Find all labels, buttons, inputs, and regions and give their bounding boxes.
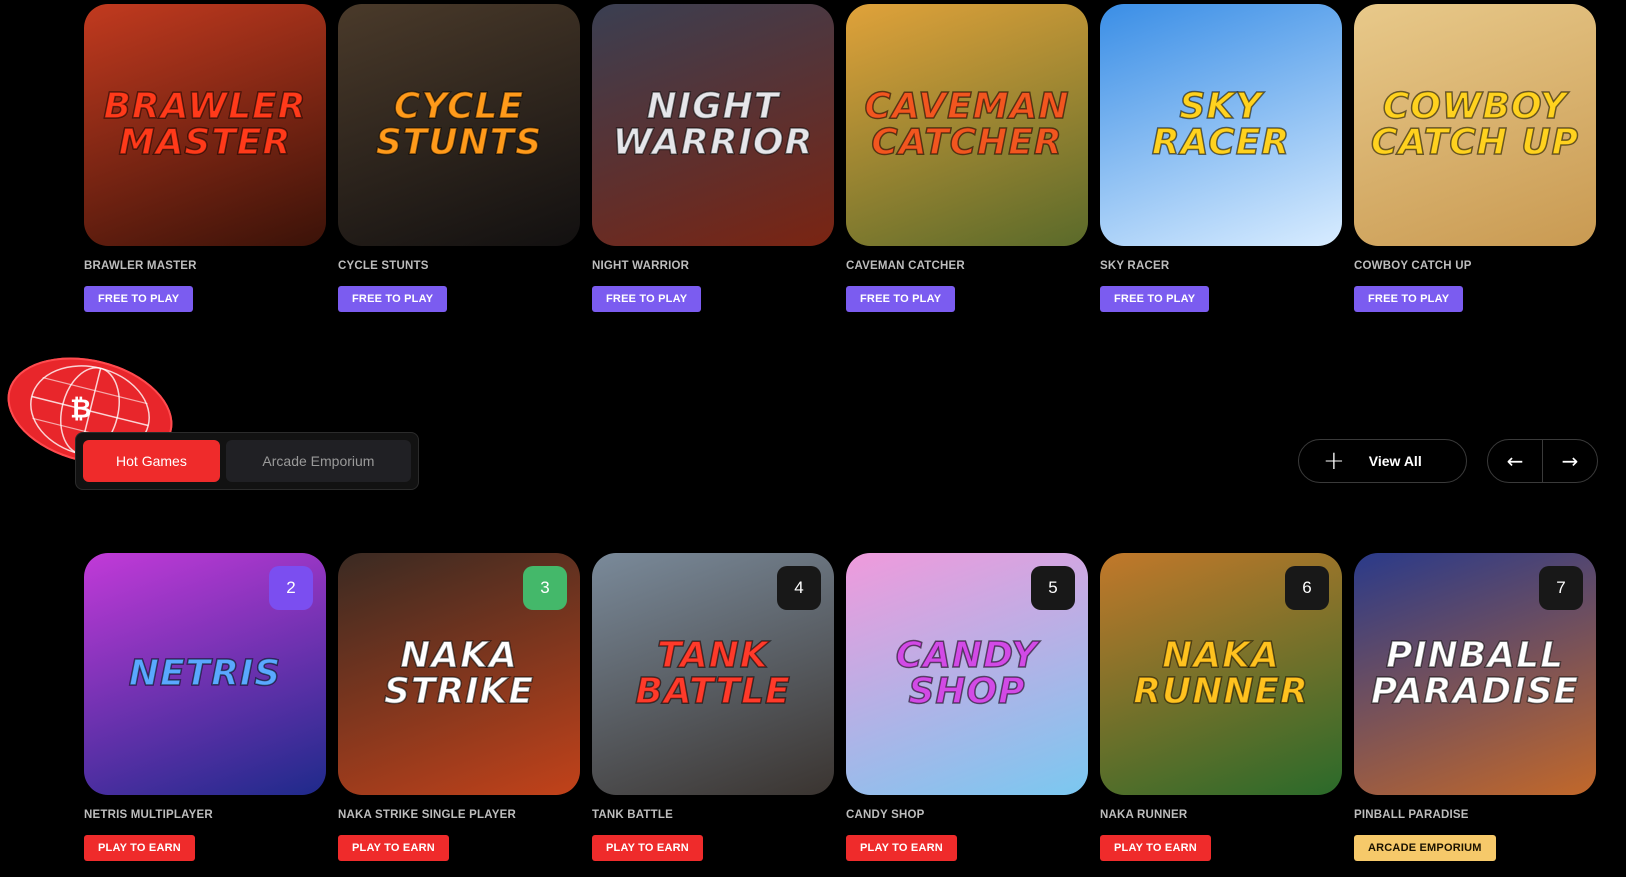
free-to-play-badge[interactable]: FREE TO PLAY <box>846 286 956 312</box>
free-to-play-badge[interactable]: FREE TO PLAY <box>1354 286 1464 312</box>
bitcoin-icon: ₿ <box>70 394 92 425</box>
category-tabs: Hot Games Arcade Emporium <box>75 432 419 490</box>
rank-badge: 2 <box>269 566 313 610</box>
view-all-label: View All <box>1368 453 1422 469</box>
play-to-earn-badge[interactable]: PLAY TO EARN <box>846 835 957 861</box>
game-thumbnail[interactable]: TANK BATTLE 4 <box>592 553 834 795</box>
free-games-row: Brawler Master BRAWLER MASTER FREE TO PL… <box>84 4 1596 312</box>
game-title: NIGHT WARRIOR <box>592 260 690 272</box>
play-to-earn-badge[interactable]: PLAY TO EARN <box>338 835 449 861</box>
game-art-title: sky RACER <box>1151 86 1291 163</box>
game-card[interactable]: CYCLE STUNTS CYCLE STUNTS FREE TO PLAY <box>338 4 580 312</box>
game-card[interactable]: COWBOY CATCH UP COWBOY CATCH UP FREE TO … <box>1354 4 1596 312</box>
game-title: COWBOY CATCH UP <box>1354 260 1472 272</box>
game-card[interactable]: TANK BATTLE 4 TANK BATTLE PLAY TO EARN <box>592 553 834 861</box>
arrow-left-icon[interactable]: ← <box>1488 440 1542 482</box>
game-art-title: CYCLE STUNTS <box>375 86 543 163</box>
view-all-button[interactable]: + View All <box>1298 439 1467 483</box>
game-card[interactable]: Brawler Master BRAWLER MASTER FREE TO PL… <box>84 4 326 312</box>
game-title: TANK BATTLE <box>592 809 673 821</box>
game-card[interactable]: CAVEMAN CATCHER CAVEMAN CATCHER FREE TO … <box>846 4 1088 312</box>
game-title: CAVEMAN CATCHER <box>846 260 965 272</box>
game-thumbnail[interactable]: NIGHT WARRIOR <box>592 4 834 246</box>
game-thumbnail[interactable]: Candy Shop 5 <box>846 553 1088 795</box>
game-art-title: COWBOY CATCH UP <box>1370 86 1580 163</box>
free-to-play-badge[interactable]: FREE TO PLAY <box>338 286 448 312</box>
game-title: BRAWLER MASTER <box>84 260 197 272</box>
free-to-play-badge[interactable]: FREE TO PLAY <box>592 286 702 312</box>
rank-badge: 7 <box>1539 566 1583 610</box>
game-art-title: CAVEMAN CATCHER <box>864 86 1070 163</box>
plus-icon: + <box>1323 446 1345 476</box>
play-to-earn-badge[interactable]: PLAY TO EARN <box>84 835 195 861</box>
free-to-play-badge[interactable]: FREE TO PLAY <box>84 286 194 312</box>
game-title: SKY RACER <box>1100 260 1170 272</box>
play-to-earn-badge[interactable]: PLAY TO EARN <box>1100 835 1211 861</box>
game-thumbnail[interactable]: sky RACER <box>1100 4 1342 246</box>
rank-badge: 3 <box>523 566 567 610</box>
game-thumbnail[interactable]: NAKA RUNNER 6 <box>1100 553 1342 795</box>
rank-badge: 6 <box>1285 566 1329 610</box>
game-art-title: NIGHT WARRIOR <box>612 86 814 163</box>
arcade-emporium-badge[interactable]: ARCADE EMPORIUM <box>1354 835 1496 861</box>
carousel-nav: ← → <box>1487 439 1598 483</box>
game-title: PINBALL PARADISE <box>1354 809 1469 821</box>
game-title: NAKA RUNNER <box>1100 809 1188 821</box>
free-to-play-badge[interactable]: FREE TO PLAY <box>1100 286 1210 312</box>
game-card[interactable]: sky RACER SKY RACER FREE TO PLAY <box>1100 4 1342 312</box>
game-title: NETRIS MULTIPLAYER <box>84 809 213 821</box>
game-art-title: Brawler Master <box>103 86 307 163</box>
game-title: NAKA STRIKE SINGLE PLAYER <box>338 809 516 821</box>
game-thumbnail[interactable]: COWBOY CATCH UP <box>1354 4 1596 246</box>
game-thumbnail[interactable]: CYCLE STUNTS <box>338 4 580 246</box>
game-title: CANDY SHOP <box>846 809 925 821</box>
game-thumbnail[interactable]: Brawler Master <box>84 4 326 246</box>
game-thumbnail[interactable]: NETRIS 2 <box>84 553 326 795</box>
game-thumbnail[interactable]: NAKA STRIKE 3 <box>338 553 580 795</box>
game-title: CYCLE STUNTS <box>338 260 429 272</box>
game-card[interactable]: Candy Shop 5 CANDY SHOP PLAY TO EARN <box>846 553 1088 861</box>
rank-badge: 4 <box>777 566 821 610</box>
game-card[interactable]: NETRIS 2 NETRIS MULTIPLAYER PLAY TO EARN <box>84 553 326 861</box>
play-to-earn-badge[interactable]: PLAY TO EARN <box>592 835 703 861</box>
game-card[interactable]: NAKA STRIKE 3 NAKA STRIKE SINGLE PLAYER … <box>338 553 580 861</box>
rank-badge: 5 <box>1031 566 1075 610</box>
game-card[interactable]: NIGHT WARRIOR NIGHT WARRIOR FREE TO PLAY <box>592 4 834 312</box>
game-card[interactable]: NAKA RUNNER 6 NAKA RUNNER PLAY TO EARN <box>1100 553 1342 861</box>
game-thumbnail[interactable]: PINBALL PARADISE 7 <box>1354 553 1596 795</box>
tab-hot-games[interactable]: Hot Games <box>83 440 220 482</box>
arrow-right-icon[interactable]: → <box>1542 440 1597 482</box>
game-card[interactable]: PINBALL PARADISE 7 PINBALL PARADISE ARCA… <box>1354 553 1596 861</box>
hot-games-row: NETRIS 2 NETRIS MULTIPLAYER PLAY TO EARN… <box>84 553 1596 861</box>
tab-arcade-emporium[interactable]: Arcade Emporium <box>225 440 411 482</box>
game-thumbnail[interactable]: CAVEMAN CATCHER <box>846 4 1088 246</box>
